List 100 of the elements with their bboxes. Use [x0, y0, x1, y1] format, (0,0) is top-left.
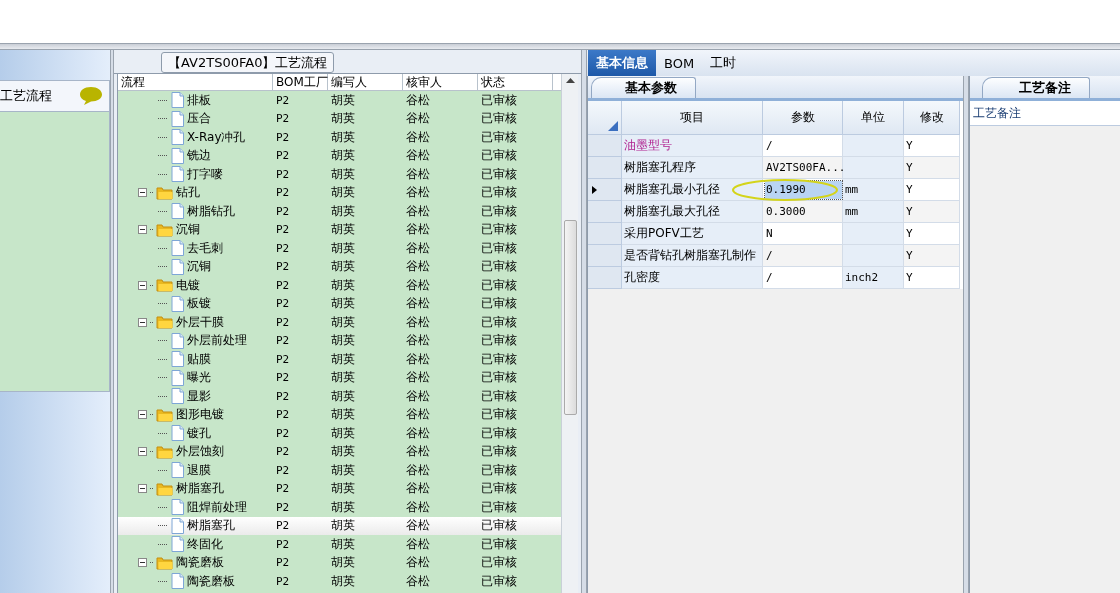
column-header[interactable]: 项目	[622, 101, 763, 135]
tree-row[interactable]: 外层蚀刻 P2 胡英 谷松 已审核	[118, 442, 561, 461]
column-header[interactable]: 修改	[904, 101, 960, 135]
table-cell-text: 已审核	[480, 369, 518, 387]
tree-row[interactable]: 陶瓷磨板 P2 胡英 谷松 已审核	[118, 572, 561, 591]
column-header[interactable]: 单位	[843, 101, 904, 135]
tree-item-label: 阻焊前处理	[187, 498, 247, 516]
column-header[interactable]: 编写人	[328, 74, 403, 90]
table-cell-text: 胡英	[330, 184, 356, 202]
tree-row[interactable]: 镀孔 P2 胡英 谷松 已审核	[118, 424, 561, 443]
tree-row[interactable]: 树脂塞孔 P2 胡英 谷松 已审核	[118, 516, 561, 535]
splitter-handle[interactable]	[963, 76, 969, 593]
table-cell: 树脂塞孔最小孔径	[622, 179, 763, 201]
table-cell-text: 谷松	[405, 517, 431, 535]
tab[interactable]: BOM	[656, 50, 703, 76]
row-indicator[interactable]	[588, 179, 622, 201]
table-cell-text: 胡英	[330, 128, 356, 146]
table-cell: Y	[904, 135, 960, 157]
table-cell-text: P2	[275, 93, 291, 107]
table-cell[interactable]: /	[765, 268, 842, 287]
splitter-bar[interactable]	[0, 43, 1120, 50]
tree-row[interactable]: 树脂钻孔 P2 胡英 谷松 已审核	[118, 202, 561, 221]
tree-row[interactable]: 外层干膜 P2 胡英 谷松 已审核	[118, 313, 561, 332]
tree-row[interactable]: 铣边 P2 胡英 谷松 已审核	[118, 146, 561, 165]
collapse-icon[interactable]	[138, 280, 147, 290]
tab[interactable]: 基本信息	[588, 50, 656, 76]
table-cell-text: 胡英	[330, 406, 356, 424]
table-cell-text: 谷松	[405, 239, 431, 257]
table-cell-text: 胡英	[330, 461, 356, 479]
table-cell-text: P2	[275, 389, 291, 403]
column-header[interactable]: BOM工厂	[273, 74, 328, 90]
table-cell: 是否背钻孔树脂塞孔制作	[622, 245, 763, 267]
column-header[interactable]: 参数	[763, 101, 843, 135]
collapse-icon[interactable]	[138, 484, 147, 494]
table-cell[interactable]: /	[765, 246, 842, 265]
collapse-icon[interactable]	[138, 225, 147, 235]
document-icon	[171, 240, 184, 257]
tree-row[interactable]: 图形电镀 P2 胡英 谷松 已审核	[118, 405, 561, 424]
table-cell[interactable]: N	[765, 224, 842, 243]
collapse-icon[interactable]	[138, 317, 147, 327]
tree-row[interactable]: X-Ray冲孔 P2 胡英 谷松 已审核	[118, 128, 561, 147]
column-header[interactable]: 状态	[478, 74, 553, 90]
tree-row[interactable]: 曝光 P2 胡英 谷松 已审核	[118, 368, 561, 387]
tree-row[interactable]: 沉铜 P2 胡英 谷松 已审核	[118, 220, 561, 239]
tree-row[interactable]: 钻孔 P2 胡英 谷松 已审核	[118, 183, 561, 202]
splitter-handle[interactable]	[581, 50, 587, 593]
folder-icon	[156, 185, 173, 200]
collapse-icon[interactable]	[138, 410, 147, 420]
tree-row[interactable]: 退膜 P2 胡英 谷松 已审核	[118, 461, 561, 480]
table-cell-text: 谷松	[405, 202, 431, 220]
collapse-icon[interactable]	[138, 558, 147, 568]
table-cell-text: 已审核	[480, 554, 518, 572]
collapse-icon[interactable]	[138, 188, 147, 198]
document-icon	[171, 499, 184, 516]
scrollbar[interactable]	[561, 74, 578, 593]
table-cell-text: P2	[275, 352, 291, 366]
table-cell-text: 胡英	[330, 517, 356, 535]
table-cell[interactable]: /	[765, 136, 842, 155]
tree-item-label: 图形电镀	[176, 406, 224, 424]
table-cell-text: 胡英	[330, 443, 356, 461]
tree-row[interactable]: 打字嘜 P2 胡英 谷松 已审核	[118, 165, 561, 184]
table-cell[interactable]: AV2TS00FA...	[765, 158, 842, 177]
column-header[interactable]: 流程	[118, 74, 273, 90]
tree-row[interactable]: 显影 P2 胡英 谷松 已审核	[118, 387, 561, 406]
tab[interactable]: 基本参数	[591, 77, 696, 98]
scrollbar-thumb[interactable]	[563, 220, 577, 415]
tree-row[interactable]: 沉铜 P2 胡英 谷松 已审核	[118, 257, 561, 276]
table-cell-text: 谷松	[405, 313, 431, 331]
tree-connector	[158, 376, 168, 380]
splitter-handle[interactable]	[110, 50, 114, 593]
tree-row[interactable]: 外层前处理 P2 胡英 谷松 已审核	[118, 331, 561, 350]
tree-item-label: 曝光	[187, 369, 211, 387]
table-cell-text: 谷松	[405, 443, 431, 461]
collapse-icon[interactable]	[138, 447, 147, 457]
column-header[interactable]: 核审人	[403, 74, 478, 90]
tree-row[interactable]: 树脂塞孔 P2 胡英 谷松 已审核	[118, 479, 561, 498]
tab[interactable]: 工艺备注	[982, 77, 1090, 98]
tree-row[interactable]: 终固化 P2 胡英 谷松 已审核	[118, 535, 561, 554]
tree-row[interactable]: 板镀 P2 胡英 谷松 已审核	[118, 294, 561, 313]
table-cell-text: 胡英	[330, 91, 356, 109]
table-cell-text: 胡英	[330, 498, 356, 516]
tree-row[interactable]: 电镀 P2 胡英 谷松 已审核	[118, 276, 561, 295]
table-cell-text: 胡英	[330, 535, 356, 553]
table-cell-text: 谷松	[405, 461, 431, 479]
table-cell-text: P2	[275, 278, 291, 292]
tree-row[interactable]: 排板 P2 胡英 谷松 已审核	[118, 91, 561, 110]
table-cell[interactable]: 0.3000	[765, 202, 842, 221]
document-icon	[171, 425, 184, 442]
tree-item-label: 树脂钻孔	[187, 202, 235, 220]
tree-row[interactable]: 贴膜 P2 胡英 谷松 已审核	[118, 350, 561, 369]
tab[interactable]: 工时	[702, 50, 745, 76]
document-icon	[171, 258, 184, 275]
table-cell-text: 已审核	[480, 91, 518, 109]
table-cell-text: 胡英	[330, 258, 356, 276]
tree-row[interactable]: 去毛刺 P2 胡英 谷松 已审核	[118, 239, 561, 258]
tree-row[interactable]: 阻焊前处理 P2 胡英 谷松 已审核	[118, 498, 561, 517]
tree-row[interactable]: 陶瓷磨板 P2 胡英 谷松 已审核	[118, 553, 561, 572]
table-cell: inch2	[843, 267, 904, 289]
tree-row[interactable]: 压合 P2 胡英 谷松 已审核	[118, 109, 561, 128]
tree-item-label: 沉铜	[187, 258, 211, 276]
